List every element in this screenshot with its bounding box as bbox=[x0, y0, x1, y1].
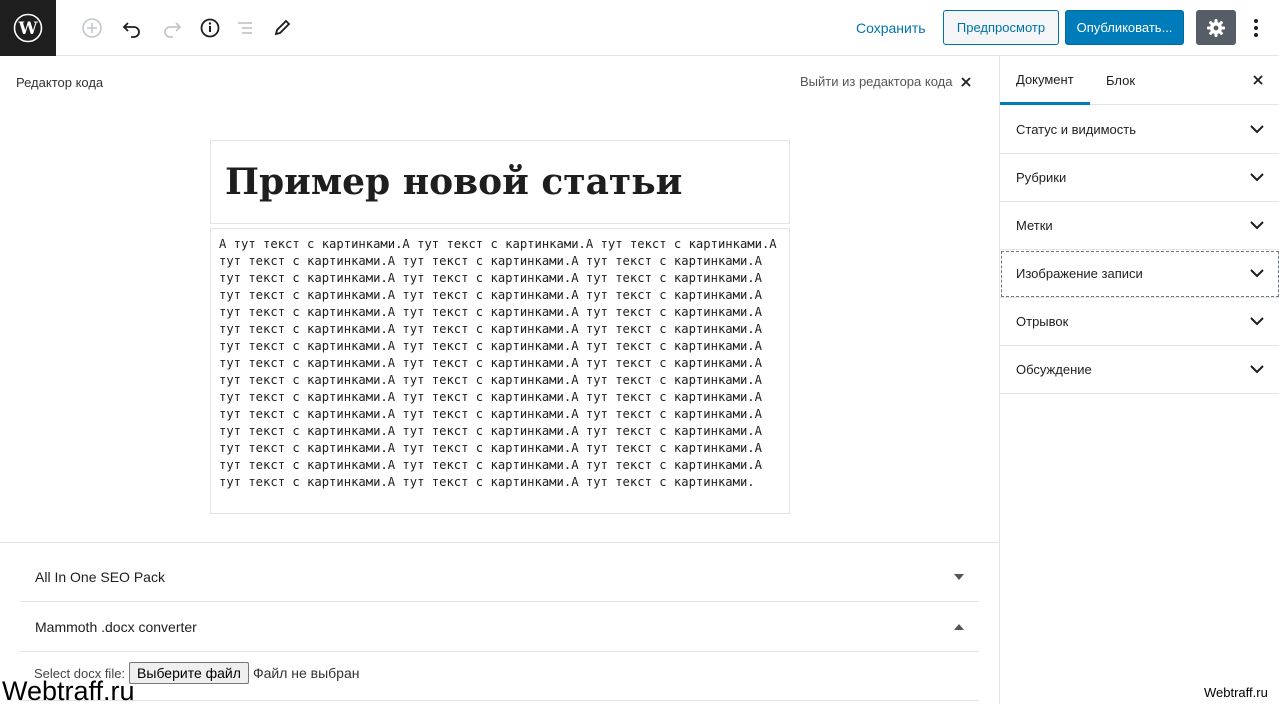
meta-box-label: Mammoth .docx converter bbox=[35, 618, 197, 635]
settings-gear-button[interactable] bbox=[1196, 10, 1236, 45]
no-file-chosen-text: Файл не выбран bbox=[252, 665, 360, 681]
chevron-down-icon bbox=[1250, 365, 1264, 374]
tab-block[interactable]: Блок bbox=[1106, 56, 1135, 105]
sidebar-tabs: Документ Блок bbox=[1000, 56, 1279, 105]
close-icon bbox=[961, 76, 972, 87]
chevron-down-icon bbox=[1250, 125, 1264, 134]
redo-icon[interactable] bbox=[158, 14, 186, 42]
post-title: Пример новой статьи bbox=[225, 161, 683, 203]
panel-label: Статус и видимость bbox=[1016, 122, 1136, 137]
close-sidebar-icon[interactable] bbox=[1248, 70, 1268, 90]
settings-sidebar: Документ Блок Статус и видимость Рубрики… bbox=[999, 56, 1279, 704]
svg-text:W: W bbox=[17, 19, 38, 39]
gear-icon bbox=[1207, 18, 1225, 37]
panel-featured-image[interactable]: Изображение записи bbox=[1000, 250, 1279, 298]
meta-box-label: All In One SEO Pack bbox=[35, 568, 165, 585]
chevron-down-icon bbox=[1250, 221, 1264, 230]
triangle-down-icon bbox=[954, 573, 964, 580]
meta-box-seo-pack[interactable]: All In One SEO Pack bbox=[20, 552, 979, 602]
chevron-down-icon bbox=[1250, 317, 1264, 326]
post-title-input[interactable]: Пример новой статьи bbox=[210, 140, 790, 224]
block-navigation-icon[interactable] bbox=[231, 14, 259, 42]
choose-file-button[interactable]: Выберите файл bbox=[129, 662, 249, 684]
publish-button[interactable]: Опубликовать... bbox=[1065, 10, 1184, 45]
panel-label: Обсуждение bbox=[1016, 362, 1092, 377]
panel-label: Рубрики bbox=[1016, 170, 1067, 185]
panel-discussion[interactable]: Обсуждение bbox=[1000, 346, 1279, 394]
more-options-icon[interactable] bbox=[1244, 14, 1268, 42]
panel-categories[interactable]: Рубрики bbox=[1000, 154, 1279, 202]
divider bbox=[20, 700, 979, 701]
panel-label: Метки bbox=[1016, 218, 1053, 233]
triangle-up-icon bbox=[954, 623, 964, 630]
undo-icon[interactable] bbox=[118, 14, 146, 42]
panel-label: Изображение записи bbox=[1016, 266, 1143, 281]
chevron-down-icon bbox=[1250, 269, 1264, 278]
editor-toolbar: W Сохранить Предпросмотр Опубликовать... bbox=[0, 0, 1279, 56]
panel-label: Отрывок bbox=[1016, 314, 1069, 329]
wordpress-logo-icon[interactable]: W bbox=[0, 0, 56, 56]
exit-code-editor-label: Выйти из редактора кода bbox=[800, 74, 953, 89]
chevron-down-icon bbox=[1250, 173, 1264, 182]
tab-document[interactable]: Документ bbox=[1000, 56, 1090, 105]
preview-button[interactable]: Предпросмотр bbox=[943, 10, 1059, 45]
panel-excerpt[interactable]: Отрывок bbox=[1000, 298, 1279, 346]
panel-tags[interactable]: Метки bbox=[1000, 202, 1279, 250]
add-block-icon[interactable] bbox=[78, 14, 106, 42]
exit-code-editor-button[interactable]: Выйти из редактора кода bbox=[800, 74, 972, 89]
edit-pencil-icon[interactable] bbox=[268, 14, 296, 42]
code-editor-label: Редактор кода bbox=[16, 75, 104, 90]
info-icon[interactable] bbox=[196, 14, 224, 42]
post-content-textarea[interactable]: А тут текст с картинками.А тут текст с к… bbox=[210, 228, 790, 514]
panel-status-visibility[interactable]: Статус и видимость bbox=[1000, 106, 1279, 154]
watermark-right: Webtraff.ru bbox=[1204, 685, 1268, 700]
save-draft-button[interactable]: Сохранить bbox=[846, 14, 936, 42]
meta-box-mammoth-converter[interactable]: Mammoth .docx converter bbox=[20, 602, 979, 652]
watermark-left: Webtraff.ru bbox=[2, 676, 135, 704]
meta-boxes bbox=[0, 542, 999, 543]
